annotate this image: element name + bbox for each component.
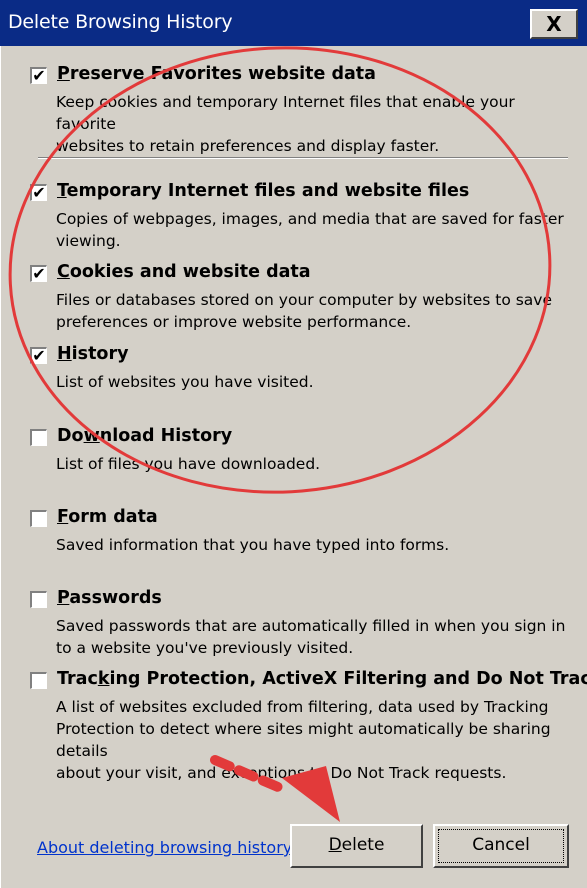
option-title: Temporary Internet files and website fil… [57,181,470,201]
option-description: Files or databases stored on your comput… [56,291,553,331]
title-bar: Delete Browsing History X [0,0,587,46]
window-frame [0,46,5,888]
option-description: Saved information that you have typed in… [56,536,450,554]
option-title: Cookies and website data [57,262,311,282]
temporary-files-checkbox[interactable]: ✔ [30,184,47,201]
option-description: A list of websites excluded from filteri… [56,698,551,782]
option-title: Tracking Protection, ActiveX Filtering a… [57,669,587,689]
about-deleting-history-link[interactable]: About deleting browsing history [37,838,292,857]
option-title: Passwords [57,588,162,608]
option-title: Form data [57,507,158,527]
preserve-favorites-checkbox[interactable]: ✔ [30,67,47,84]
option-title: History [57,344,129,364]
download-history-checkbox[interactable] [30,429,47,446]
close-button[interactable]: X [530,9,578,39]
option-description: Saved passwords that are automatically f… [56,617,566,657]
history-checkbox[interactable]: ✔ [30,347,47,364]
tracking-protection-checkbox[interactable] [30,672,47,689]
delete-button[interactable]: Delete [290,824,423,868]
option-description: Keep cookies and temporary Internet file… [56,93,515,155]
form-data-checkbox[interactable] [30,510,47,527]
cancel-button[interactable]: Cancel [433,824,569,868]
option-description: List of websites you have visited. [56,373,314,391]
option-title: Download History [57,426,233,446]
window-title: Delete Browsing History [8,11,233,33]
cookies-checkbox[interactable]: ✔ [30,265,47,282]
divider [38,157,568,159]
option-title: Preserve Favorites website data [57,64,376,84]
option-description: Copies of webpages, images, and media th… [56,210,564,250]
option-description: List of files you have downloaded. [56,455,321,473]
passwords-checkbox[interactable] [30,591,47,608]
